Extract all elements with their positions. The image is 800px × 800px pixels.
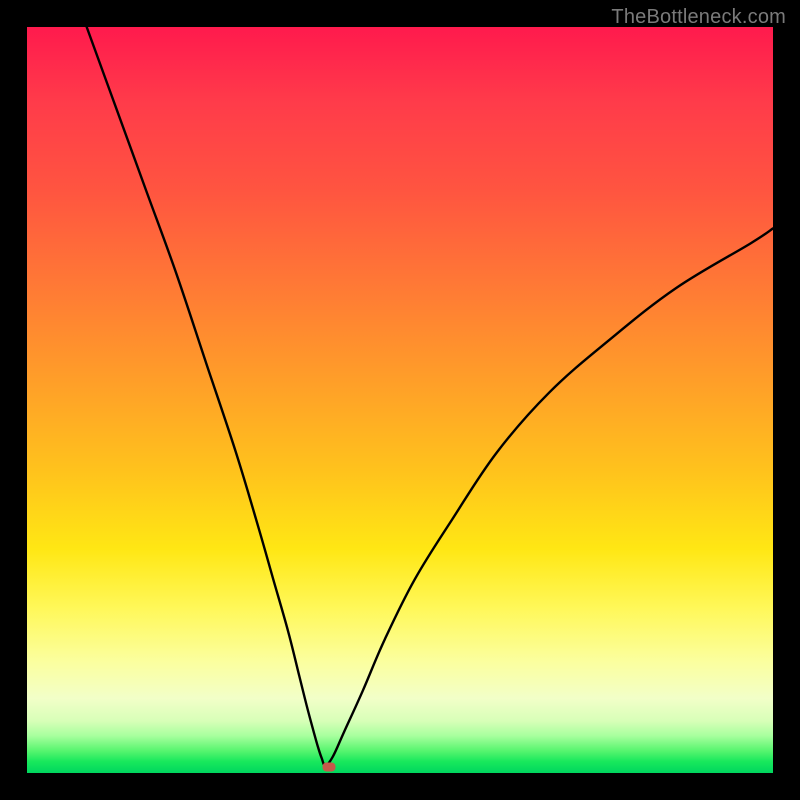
plot-area [27,27,773,773]
watermark-text: TheBottleneck.com [611,6,786,29]
curve-svg [27,27,773,773]
minimum-marker [323,763,336,772]
bottleneck-curve [87,27,773,766]
chart-frame: TheBottleneck.com [0,0,800,800]
